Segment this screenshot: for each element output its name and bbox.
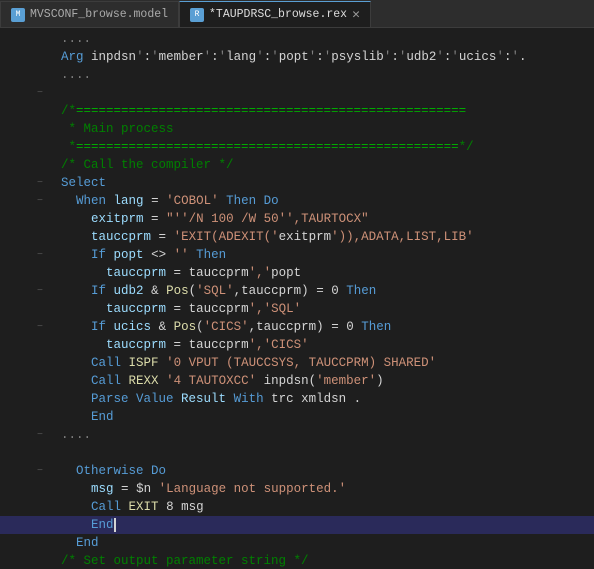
code-line: tauccprm = 'EXIT(ADEXIT('exitprm')),ADAT…: [0, 228, 594, 246]
code-line: Parse Value Result With trc xmldsn .: [0, 390, 594, 408]
code-area: .... Arg inpdsn':'member':'lang':'popt':…: [0, 28, 594, 569]
code-line: − Select: [0, 174, 594, 192]
code-lines: .... Arg inpdsn':'member':'lang':'popt':…: [0, 30, 594, 569]
code-line: End: [0, 534, 594, 552]
code-line: ....: [0, 66, 594, 84]
code-line: tauccprm = tauccprm','CICS': [0, 336, 594, 354]
code-line: tauccprm = tauccprm','SQL': [0, 300, 594, 318]
tab-label-taupdrsc: *TAUPDRSC_browse.rex: [209, 8, 347, 21]
code-line: − Otherwise Do: [0, 462, 594, 480]
code-line: * Main process: [0, 120, 594, 138]
code-line: − ....: [0, 426, 594, 444]
code-line: Call ISPF '0 VPUT (TAUCCSYS, TAUCCPRM) S…: [0, 354, 594, 372]
tab-icon-mvsconf: M: [11, 8, 25, 22]
tab-close-button[interactable]: ✕: [352, 8, 360, 21]
code-line: − If ucics & Pos('CICS',tauccprm) = 0 Th…: [0, 318, 594, 336]
code-line: /* Set output parameter string */: [0, 552, 594, 569]
code-line: − When lang = 'COBOL' Then Do: [0, 192, 594, 210]
code-line: tauccprm = tauccprm','popt: [0, 264, 594, 282]
tab-icon-taupdrsc: R: [190, 8, 204, 22]
tab-taupdrsc[interactable]: R *TAUPDRSC_browse.rex ✕: [179, 1, 371, 27]
tab-mvsconf[interactable]: M MVSCONF_browse.model: [0, 1, 179, 27]
code-line: Call EXIT 8 msg: [0, 498, 594, 516]
code-line: ....: [0, 30, 594, 48]
code-line: − If udb2 & Pos('SQL',tauccprm) = 0 Then: [0, 282, 594, 300]
code-line: Call REXX '4 TAUTOXCC' inpdsn('member'): [0, 372, 594, 390]
code-line: End: [0, 408, 594, 426]
tab-label-mvsconf: MVSCONF_browse.model: [30, 8, 168, 21]
code-line: [0, 444, 594, 462]
code-editor[interactable]: .... Arg inpdsn':'member':'lang':'popt':…: [0, 28, 594, 569]
code-line: /* Call the compiler */: [0, 156, 594, 174]
code-line: /*======================================…: [0, 102, 594, 120]
code-line: Arg inpdsn':'member':'lang':'popt':'psys…: [0, 48, 594, 66]
code-line: exitprm = "''/N 100 /W 50'',TAURTOCX": [0, 210, 594, 228]
code-line: msg = $n 'Language not supported.': [0, 480, 594, 498]
code-line: End: [0, 516, 594, 534]
tab-bar: M MVSCONF_browse.model R *TAUPDRSC_brows…: [0, 0, 594, 28]
editor-container: M MVSCONF_browse.model R *TAUPDRSC_brows…: [0, 0, 594, 569]
code-line: *=======================================…: [0, 138, 594, 156]
code-line: −: [0, 84, 594, 102]
code-line: − If popt <> '' Then: [0, 246, 594, 264]
